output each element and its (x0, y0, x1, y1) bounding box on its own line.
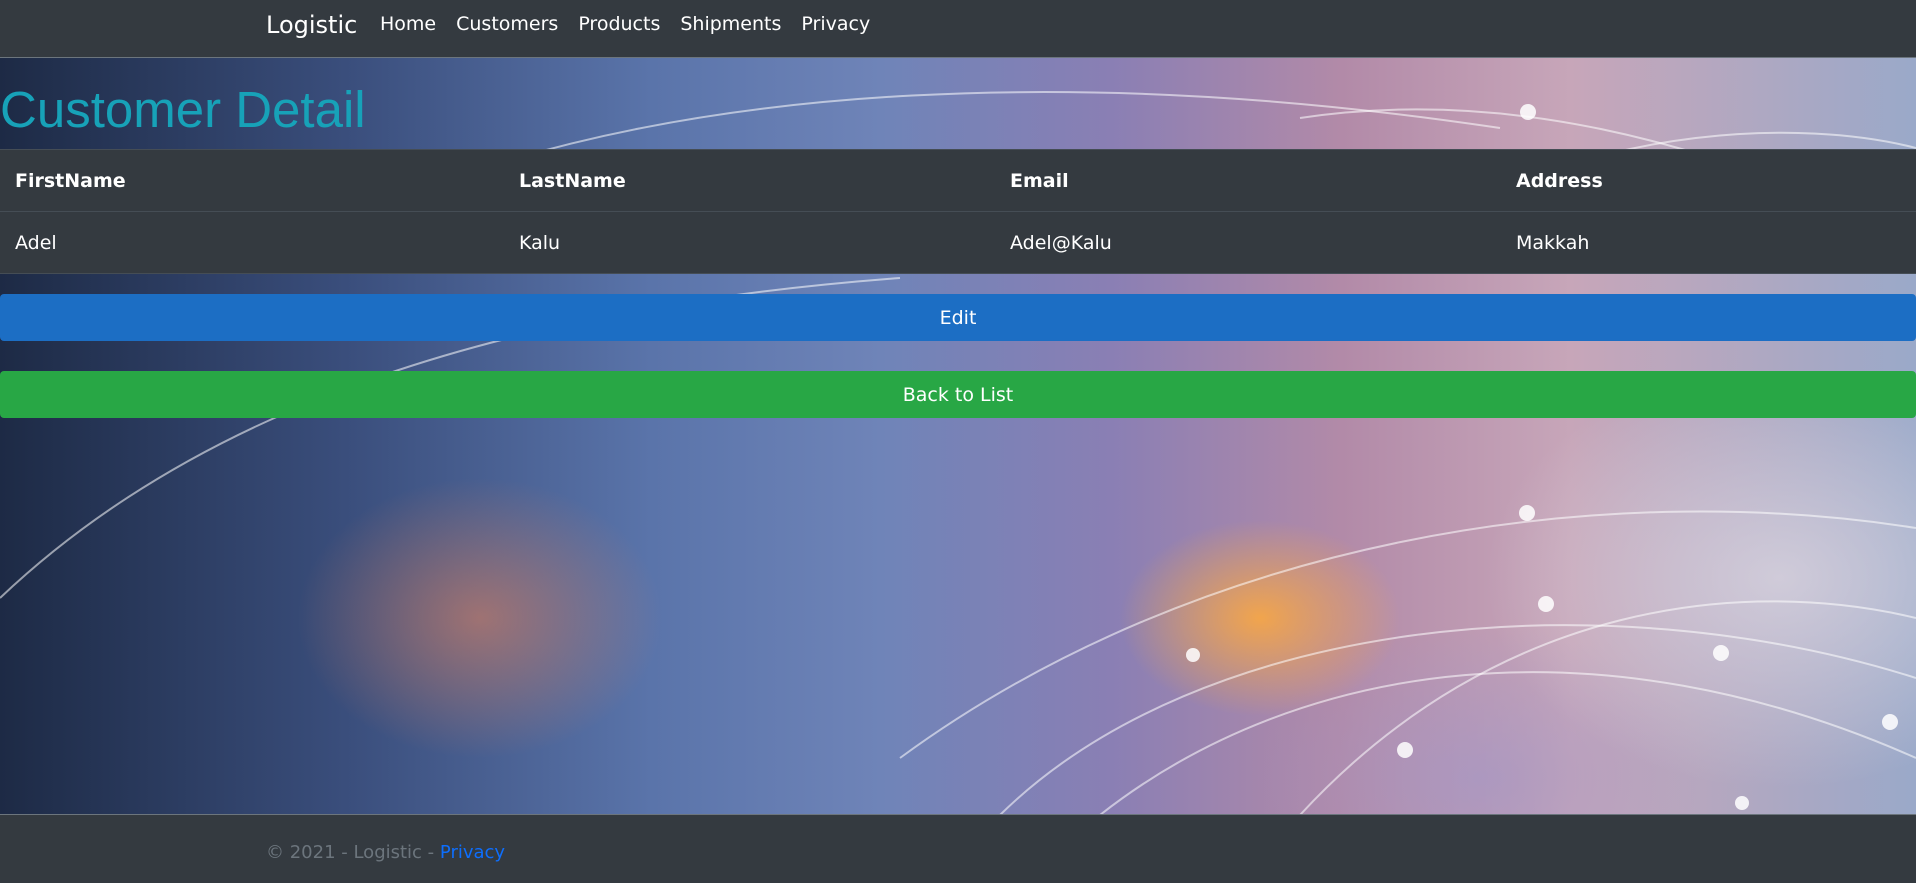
footer-copyright: © 2021 - Logistic - (266, 842, 440, 863)
nav-link-products[interactable]: Products (578, 13, 660, 35)
header-lastname: LastName (519, 169, 626, 192)
nav-link-shipments[interactable]: Shipments (680, 13, 781, 35)
cell-address: Makkah (1516, 231, 1590, 254)
table-header-row: FirstName LastName Email Address (0, 150, 1916, 212)
nav-link-customers[interactable]: Customers (456, 13, 558, 35)
footer: © 2021 - Logistic - Privacy (0, 814, 1916, 883)
cell-email: Adel@Kalu (1010, 231, 1112, 254)
cell-firstname: Adel (15, 231, 57, 254)
edit-button[interactable]: Edit (0, 294, 1916, 341)
brand-link[interactable]: Logistic (266, 11, 357, 39)
customer-detail-table: FirstName LastName Email Address Adel Ka… (0, 149, 1916, 274)
navbar: Logistic Home Customers Products Shipmen… (0, 0, 1916, 58)
footer-text-container: © 2021 - Logistic - Privacy (266, 842, 505, 863)
header-email: Email (1010, 169, 1069, 192)
page-title: Customer Detail (0, 81, 366, 138)
back-to-list-button[interactable]: Back to List (0, 371, 1916, 418)
cell-lastname: Kalu (519, 231, 561, 254)
header-firstname: FirstName (15, 169, 126, 192)
nav-links: Home Customers Products Shipments Privac… (380, 13, 890, 35)
table-row: Adel Kalu Adel@Kalu Makkah (0, 212, 1916, 274)
footer-privacy-link[interactable]: Privacy (440, 842, 505, 863)
nav-link-home[interactable]: Home (380, 13, 436, 35)
header-address: Address (1516, 169, 1603, 192)
nav-link-privacy[interactable]: Privacy (801, 13, 870, 35)
